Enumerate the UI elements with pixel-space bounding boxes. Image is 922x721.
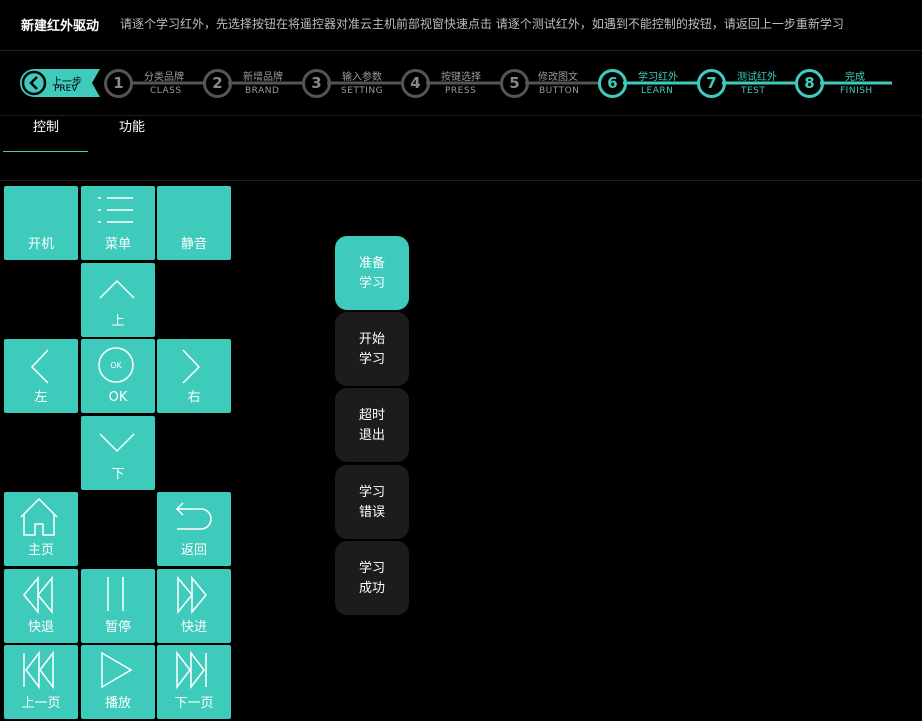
right-button[interactable]: 右 — [157, 339, 231, 413]
prev-step-button[interactable]: 上一步 PREV — [20, 69, 100, 97]
mute-label: 静音 — [180, 237, 207, 252]
status-ready: 准备 学习 — [335, 236, 409, 310]
status-line: 超时 — [358, 408, 385, 423]
step-number: 2 — [203, 69, 232, 98]
header: 新建红外驱动 请逐个学习红外，先选择按钮在将遥控器对准云主机前部视窗快速点击 请… — [0, 0, 922, 51]
step-label: 按键选择 — [441, 72, 481, 83]
prev-page-button[interactable]: 上一页 — [4, 645, 78, 719]
down-label: 下 — [111, 467, 125, 482]
step-number: 7 — [697, 69, 726, 98]
status-line: 学习 — [358, 485, 385, 500]
step-label: 测试红外 — [737, 72, 777, 83]
status-line: 准备 — [358, 256, 385, 271]
forward-button[interactable]: 快进 — [157, 569, 231, 643]
step-label: 完成 — [845, 72, 865, 83]
status-timeout: 超时 退出 — [335, 388, 409, 462]
step-label-en: FINISH — [840, 86, 873, 96]
step-number: 1 — [104, 69, 133, 98]
up-button[interactable]: 上 — [81, 263, 155, 337]
pause-label: 暂停 — [104, 620, 131, 635]
step-connector-lines — [130, 81, 892, 85]
right-label: 右 — [187, 390, 201, 405]
next-page-button[interactable]: 下一页 — [157, 645, 231, 719]
status-success: 学习 成功 — [335, 541, 409, 615]
left-label: 左 — [34, 390, 48, 405]
step-label-en: LEARN — [641, 86, 674, 96]
tab-bar: 控制 功能 — [0, 115, 922, 156]
step-label-en: SETTING — [341, 86, 384, 96]
pause-button[interactable]: 暂停 — [81, 569, 155, 643]
step-number: 4 — [401, 69, 430, 98]
step-label: 修改图文 — [538, 72, 578, 83]
tab-control[interactable]: 控制 — [33, 116, 59, 135]
up-label: 上 — [111, 314, 125, 329]
instructions-text: 请逐个学习红外，先选择按钮在将遥控器对准云主机前部视窗快速点击 请逐个测试红外，… — [120, 17, 844, 31]
next-page-label: 下一页 — [174, 696, 214, 711]
play-label: 播放 — [104, 696, 131, 711]
home-button[interactable]: 主页 — [4, 492, 78, 566]
power-label: 开机 — [27, 237, 54, 252]
menu-button[interactable]: 菜单 — [81, 186, 155, 260]
tab-function[interactable]: 功能 — [119, 116, 145, 135]
status-line: 错误 — [358, 505, 385, 520]
status-line: 学习 — [358, 561, 385, 576]
step-number: 8 — [795, 69, 824, 98]
prev-step-label-en: PREV — [54, 84, 78, 94]
ok-label: OK — [108, 390, 128, 405]
step-number: 6 — [598, 69, 627, 98]
left-button[interactable]: 左 — [4, 339, 78, 413]
step-label-en: CLASS — [150, 86, 182, 96]
home-label: 主页 — [27, 543, 54, 558]
back-label: 返回 — [180, 543, 207, 558]
status-line: 开始 — [358, 332, 385, 347]
ok-button[interactable]: OK OK — [81, 339, 155, 413]
divider — [0, 180, 922, 181]
step-label-en: BUTTON — [539, 86, 580, 96]
step-label-en: TEST — [741, 86, 766, 96]
status-line: 成功 — [358, 581, 385, 596]
ok-icon-text: OK — [110, 361, 122, 370]
mute-button[interactable]: 静音 — [157, 186, 231, 260]
step-number: 5 — [500, 69, 529, 98]
forward-label: 快进 — [180, 620, 207, 635]
status-line: 学习 — [358, 276, 385, 291]
step-label-en: PRESS — [445, 86, 477, 96]
rewind-label: 快退 — [27, 620, 54, 635]
rewind-button[interactable]: 快退 — [4, 569, 78, 643]
step-wizard: 上一步 PREV 1 分类品牌 CLASS 2 新增品牌 BRAND 3 输入参… — [0, 60, 922, 106]
play-button[interactable]: 播放 — [81, 645, 155, 719]
step-label: 学习红外 — [638, 72, 678, 83]
status-line: 学习 — [358, 352, 385, 367]
step-label: 输入参数 — [342, 72, 382, 83]
step-label-en: BRAND — [245, 86, 280, 96]
power-button[interactable]: 开机 — [4, 186, 78, 260]
step-label: 新增品牌 — [243, 72, 283, 83]
down-button[interactable]: 下 — [81, 416, 155, 490]
page-title: 新建红外驱动 — [21, 19, 100, 34]
back-button[interactable]: 返回 — [157, 492, 231, 566]
menu-label: 菜单 — [104, 237, 131, 252]
active-tab-indicator — [3, 151, 88, 152]
step-label: 分类品牌 — [144, 72, 184, 83]
status-line: 退出 — [358, 428, 385, 443]
status-error: 学习 错误 — [335, 465, 409, 539]
prev-page-label: 上一页 — [21, 696, 61, 711]
step-number: 3 — [302, 69, 331, 98]
status-start: 开始 学习 — [335, 312, 409, 386]
